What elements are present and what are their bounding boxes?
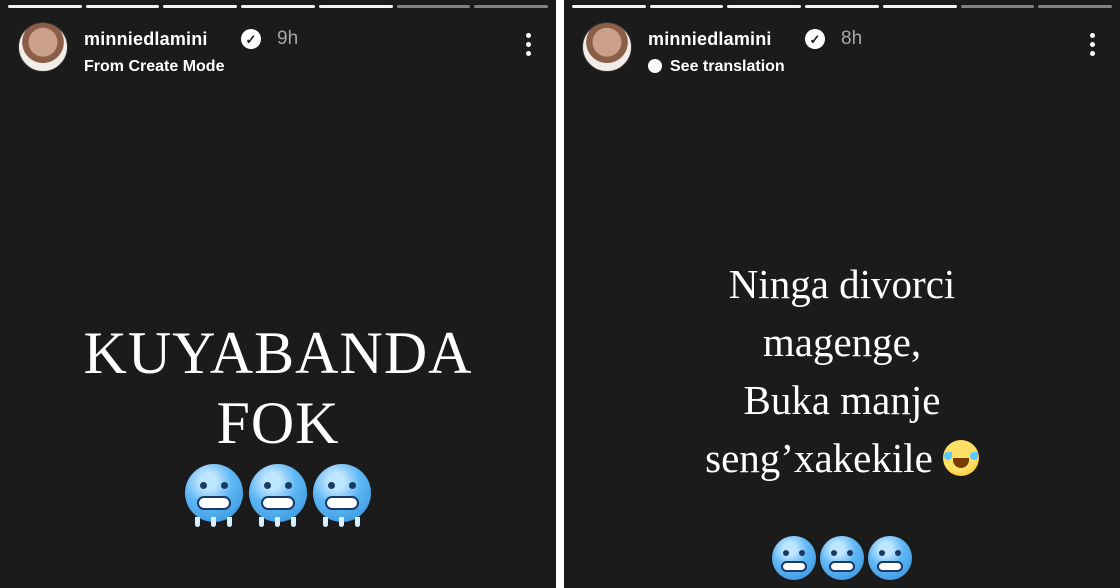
progress-segment [8,5,82,8]
verified-badge-icon: ✓ [805,29,825,49]
create-mode-label[interactable]: From Create Mode [84,58,224,76]
cold-face-icon [185,464,243,527]
caption-line-with-emoji: seng’xakekile [564,429,1120,487]
progress-segment [163,5,238,8]
progress-segment [882,5,957,8]
progress-segment [572,5,646,8]
progress-segment [727,5,802,8]
username[interactable]: minniedlamini [84,29,208,50]
progress-segment [805,5,879,8]
translation-icon [648,59,662,73]
post-time: 9h [277,28,299,49]
story-panel-right[interactable]: minniedlamini ✓ 8h See translation Ninga… [564,0,1120,588]
story-panel-left[interactable]: minniedlamini ✓ 9h From Create Mode KUYA… [0,0,556,588]
story-caption: Ninga divorci magenge, Buka manje seng’x… [564,255,1120,487]
story-progress-bar [8,5,549,8]
rolling-on-floor-laughing-icon [942,440,979,476]
cold-face-icon [820,536,864,580]
story-progress-bar [572,5,1113,8]
see-translation-link[interactable]: See translation [648,58,785,76]
progress-segment [1038,5,1113,8]
caption-line: magenge, [762,319,922,365]
emoji-row [564,536,1120,580]
story-caption: KUYABANDA FOK [0,318,556,458]
more-options-icon[interactable] [1090,33,1095,56]
see-translation-label: See translation [670,58,785,75]
avatar[interactable] [18,22,68,72]
progress-segment [241,5,315,8]
username[interactable]: minniedlamini [648,29,772,50]
progress-segment [474,5,549,8]
progress-segment [396,5,471,8]
cold-face-icon [772,536,816,580]
progress-segment [85,5,160,8]
caption-line: KUYABANDA [83,320,473,386]
post-time: 8h [841,28,863,49]
emoji-row [0,464,556,527]
more-options-icon[interactable] [526,33,531,56]
cold-face-icon [249,464,307,527]
cold-face-icon [313,464,371,527]
caption-line: Ninga divorci [728,261,956,307]
caption-line: seng’xakekile [705,435,933,481]
caption-line: FOK [216,390,340,456]
progress-segment [318,5,393,8]
caption-line: Buka manje [743,377,941,423]
verified-badge-icon: ✓ [241,29,261,49]
avatar[interactable] [582,22,632,72]
progress-segment [960,5,1035,8]
cold-face-icon [868,536,912,580]
progress-segment [649,5,724,8]
